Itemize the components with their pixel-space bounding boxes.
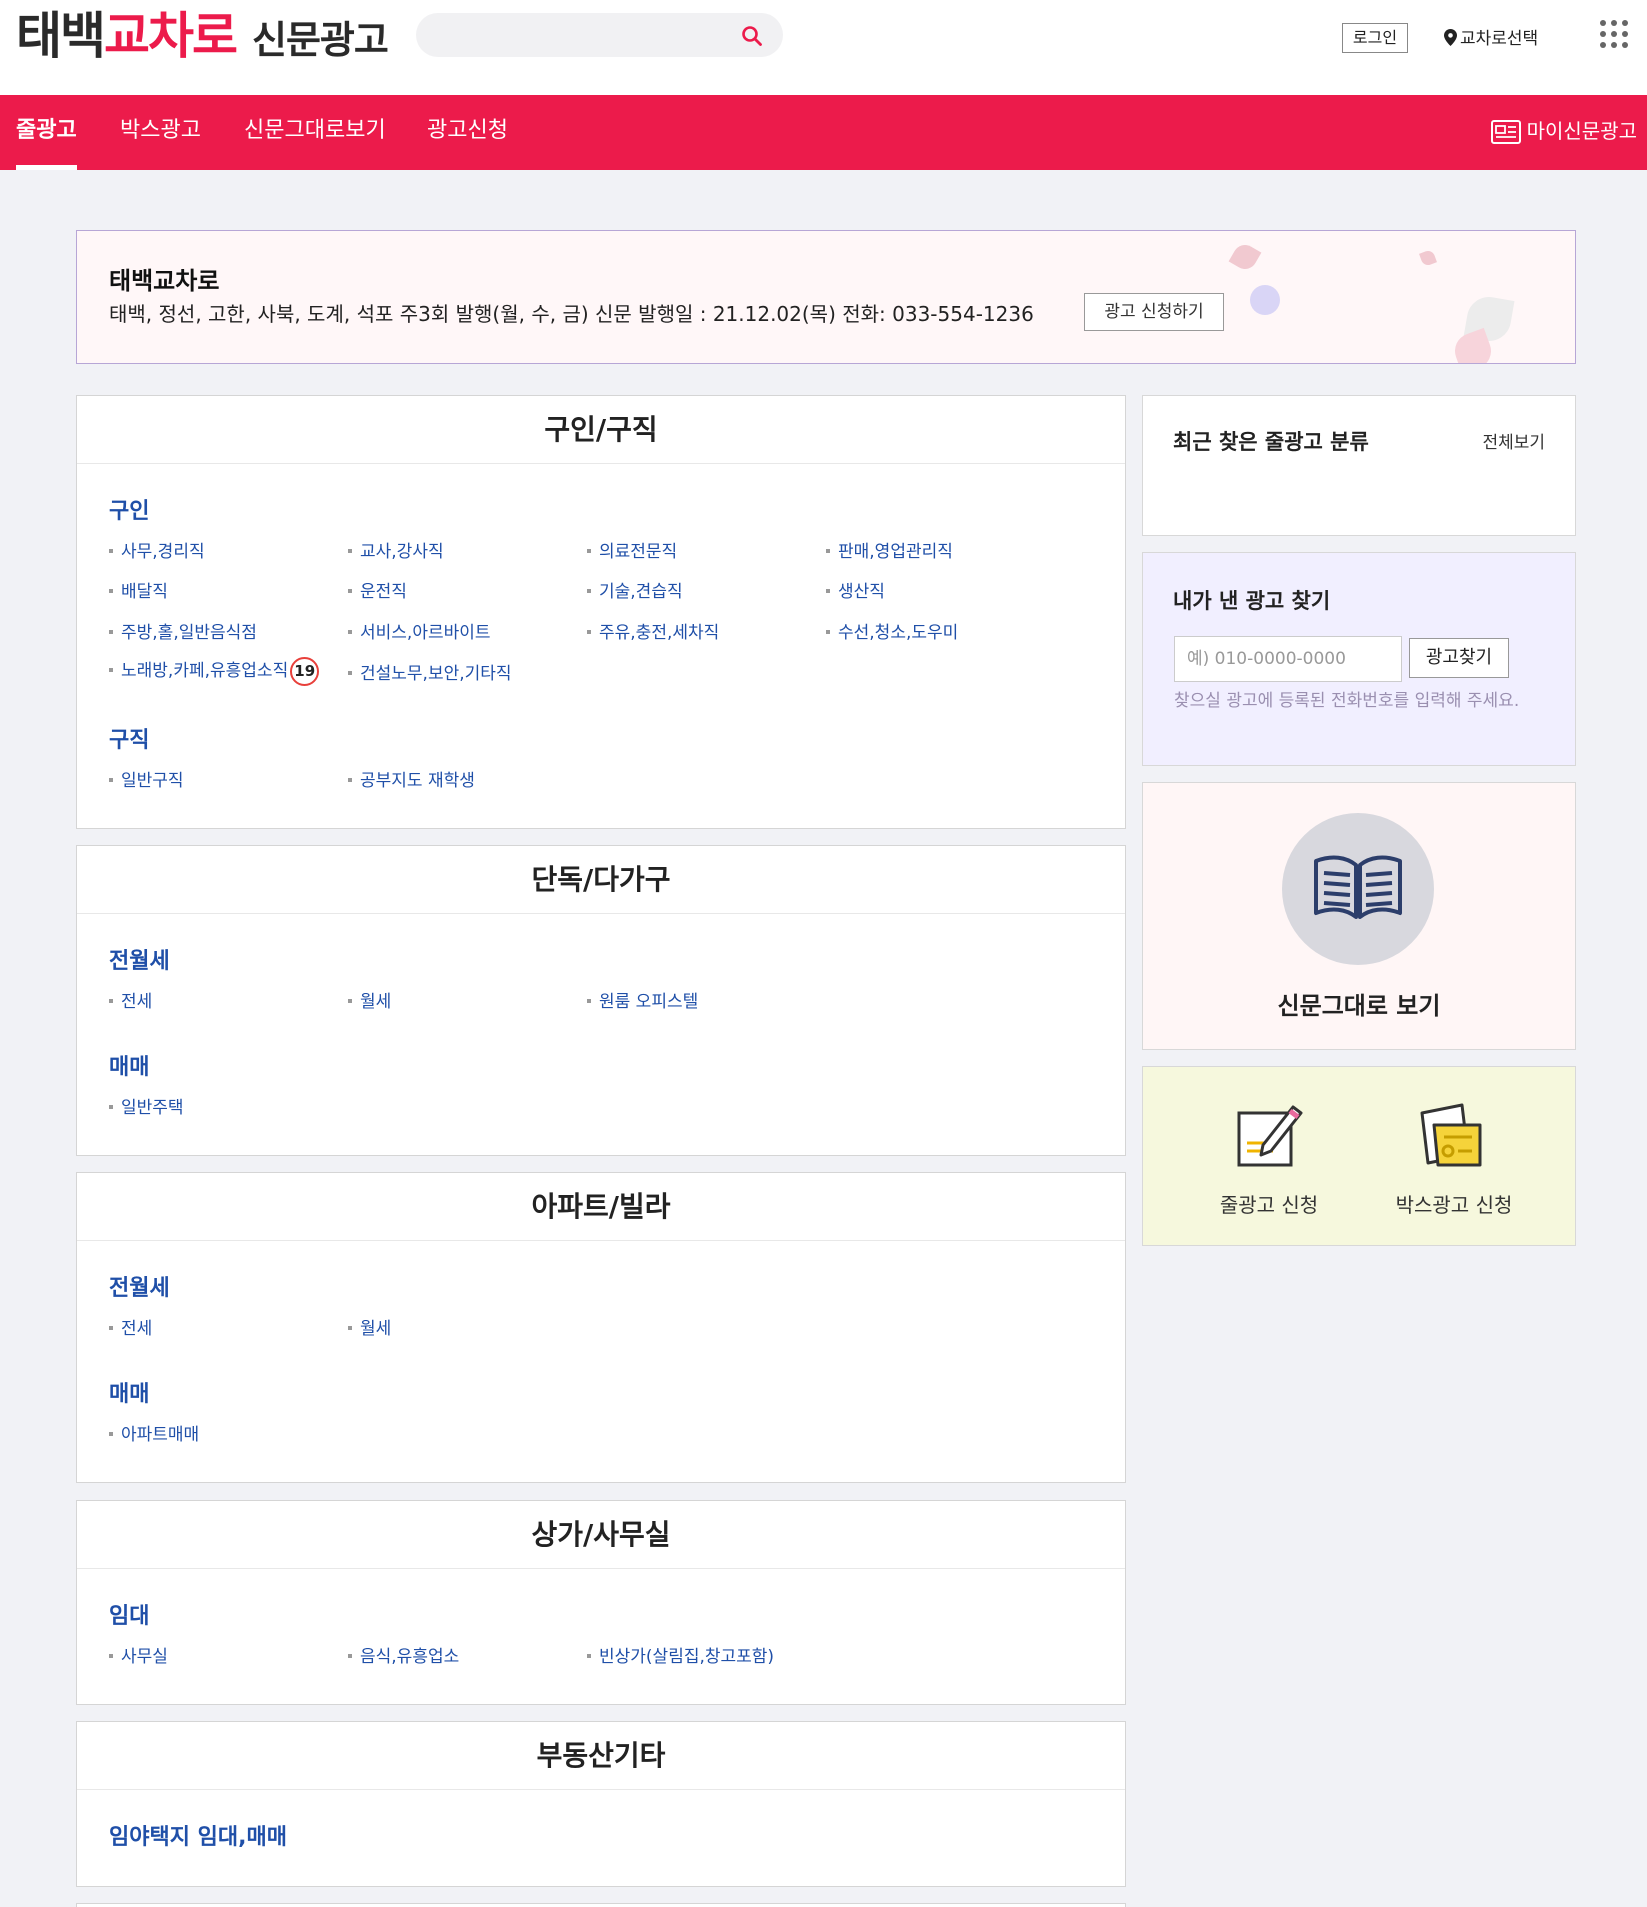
section-realestate-etc: 부동산기타 임야택지 임대,매매 — [76, 1721, 1126, 1887]
section-jobs: 구인/구직 구인 사무,경리직 교사,강사직 의료전문직 판매,영업관리직 배달… — [76, 395, 1126, 829]
box-ad-apply-button[interactable]: 박스광고 신청 — [1379, 1099, 1529, 1218]
region-banner: 태백교차로 태백, 정선, 고한, 사북, 도계, 석포 주3회 발행(월, 수… — [76, 230, 1576, 364]
group-rent: 전월세 — [109, 1276, 170, 1301]
job-link[interactable]: 생산직 — [826, 577, 885, 602]
find-my-ad-title: 내가 낸 광고 찾기 — [1173, 589, 1331, 613]
house-link[interactable]: 원룸 오피스텔 — [587, 987, 698, 1012]
job-link[interactable]: 일반구직 — [109, 766, 184, 791]
nav-ad-apply[interactable]: 광고신청 — [427, 95, 508, 170]
book-circle — [1282, 813, 1434, 965]
commercial-link[interactable]: 사무실 — [109, 1642, 168, 1667]
newspaper-view-panel[interactable]: 신문그대로 보기 — [1142, 782, 1576, 1050]
house-link[interactable]: 월세 — [348, 987, 391, 1012]
logo-part-1: 태백 — [16, 7, 106, 65]
nav-line-ad[interactable]: 줄광고 — [16, 95, 77, 170]
section-commercial: 상가/사무실 임대 사무실 음식,유흥업소 빈상가(살림집,창고포함) — [76, 1500, 1126, 1705]
section-apartment: 아파트/빌라 전월세 전세 월세 매매 아파트매매 — [76, 1172, 1126, 1483]
job-link-adult[interactable]: 노래방,카페,유흥업소직 19 — [109, 656, 320, 686]
main-nav: 줄광고 박스광고 신문그대로보기 광고신청 마이신문광고 — [0, 95, 1647, 170]
apartment-link[interactable]: 월세 — [348, 1314, 391, 1339]
location-label: 교차로선택 — [1460, 29, 1539, 49]
section-title: 아파트/빌라 — [77, 1173, 1125, 1241]
pen-paper-icon — [1237, 1105, 1303, 1167]
decor-petal — [1419, 249, 1437, 267]
location-pin-icon — [1444, 29, 1457, 46]
ad-apply-panel: 줄광고 신청 박스광고 신청 — [1142, 1066, 1576, 1246]
group-lease: 임대 — [109, 1604, 150, 1629]
group-hiring: 구인 — [109, 499, 150, 524]
job-link[interactable]: 교사,강사직 — [348, 537, 444, 562]
recent-categories-title: 최근 찾은 줄광고 분류 — [1173, 430, 1369, 454]
banner-description: 태백, 정선, 고한, 사북, 도계, 석포 주3회 발행(월, 수, 금) 신… — [109, 302, 1034, 326]
apartment-link[interactable]: 아파트매매 — [109, 1420, 199, 1445]
search-icon[interactable] — [741, 25, 763, 47]
top-bar: 태백교차로 신문광고 로그인 교차로선택 — [0, 0, 1647, 95]
job-link[interactable]: 기술,견습직 — [587, 577, 683, 602]
open-book-icon — [1314, 855, 1402, 919]
job-link[interactable]: 공부지도 재학생 — [348, 766, 475, 791]
job-link-label: 노래방,카페,유흥업소직 — [121, 661, 289, 681]
search-input[interactable] — [416, 13, 783, 57]
ad-apply-button[interactable]: 광고 신청하기 — [1084, 293, 1224, 331]
job-link[interactable]: 의료전문직 — [587, 537, 677, 562]
commercial-link[interactable]: 빈상가(살림집,창고포함) — [587, 1642, 774, 1667]
apps-grid-icon[interactable] — [1600, 20, 1628, 50]
group-job-seeking: 구직 — [109, 728, 150, 753]
view-all-link[interactable]: 전체보기 — [1482, 428, 1545, 453]
group-sale: 매매 — [109, 1055, 150, 1080]
section-house: 단독/다가구 전월세 전세 월세 원룸 오피스텔 매매 일반주택 — [76, 845, 1126, 1156]
my-newspaper-ad-label: 마이신문광고 — [1526, 119, 1637, 143]
job-link[interactable]: 주방,홀,일반음식점 — [109, 618, 257, 643]
location-select[interactable]: 교차로선택 — [1444, 24, 1538, 49]
decor-petal — [1228, 240, 1262, 274]
box-paper-icon — [1420, 1103, 1482, 1167]
nav-box-ad[interactable]: 박스광고 — [120, 95, 201, 170]
house-link[interactable]: 전세 — [109, 987, 152, 1012]
newspaper-icon — [1490, 120, 1521, 144]
job-link[interactable]: 사무,경리직 — [109, 537, 205, 562]
section-title: 단독/다가구 — [77, 846, 1125, 914]
section-title: 상가/사무실 — [77, 1501, 1125, 1569]
decor-dot — [1250, 285, 1280, 315]
phone-number-field[interactable] — [1174, 636, 1402, 682]
find-my-ad-panel: 내가 낸 광고 찾기 광고찾기 찾으실 광고에 등록된 전화번호를 입력해 주세… — [1142, 552, 1576, 766]
house-link[interactable]: 일반주택 — [109, 1093, 184, 1118]
next-section-edge — [76, 1903, 1126, 1907]
find-ad-button[interactable]: 광고찾기 — [1409, 638, 1509, 678]
logo-part-2: 교차로 — [104, 7, 238, 65]
adult-badge: 19 — [290, 656, 320, 686]
find-ad-help-text: 찾으실 광고에 등록된 전화번호를 입력해 주세요. — [1174, 691, 1520, 711]
login-button[interactable]: 로그인 — [1342, 23, 1408, 53]
job-link[interactable]: 서비스,아르바이트 — [348, 618, 491, 643]
group-land[interactable]: 임야택지 임대,매매 — [109, 1819, 287, 1851]
site-logo[interactable]: 태백교차로 신문광고 — [16, 7, 389, 68]
group-rent: 전월세 — [109, 949, 170, 974]
line-ad-apply-button[interactable]: 줄광고 신청 — [1194, 1099, 1344, 1218]
apartment-link[interactable]: 전세 — [109, 1314, 152, 1339]
my-newspaper-ad-link[interactable]: 마이신문광고 — [1490, 95, 1637, 170]
group-sale: 매매 — [109, 1382, 150, 1407]
nav-newspaper-view[interactable]: 신문그대로보기 — [244, 95, 386, 170]
job-link[interactable]: 건설노무,보안,기타직 — [348, 659, 512, 684]
section-title: 구인/구직 — [77, 396, 1125, 464]
logo-part-3: 신문광고 — [252, 18, 389, 62]
job-link[interactable]: 판매,영업관리직 — [826, 537, 953, 562]
commercial-link[interactable]: 음식,유흥업소 — [348, 1642, 459, 1667]
line-ad-apply-label: 줄광고 신청 — [1219, 1193, 1319, 1217]
job-link[interactable]: 수선,청소,도우미 — [826, 618, 958, 643]
job-link[interactable]: 배달직 — [109, 577, 168, 602]
newspaper-view-title: 신문그대로 보기 — [1277, 992, 1441, 1020]
banner-title: 태백교차로 — [109, 267, 220, 295]
job-link[interactable]: 주유,충전,세차직 — [587, 618, 719, 643]
section-title: 부동산기타 — [77, 1722, 1125, 1790]
job-link[interactable]: 운전직 — [348, 577, 407, 602]
box-ad-apply-label: 박스광고 신청 — [1395, 1193, 1513, 1217]
recent-categories-panel: 최근 찾은 줄광고 분류 전체보기 — [1142, 395, 1576, 536]
